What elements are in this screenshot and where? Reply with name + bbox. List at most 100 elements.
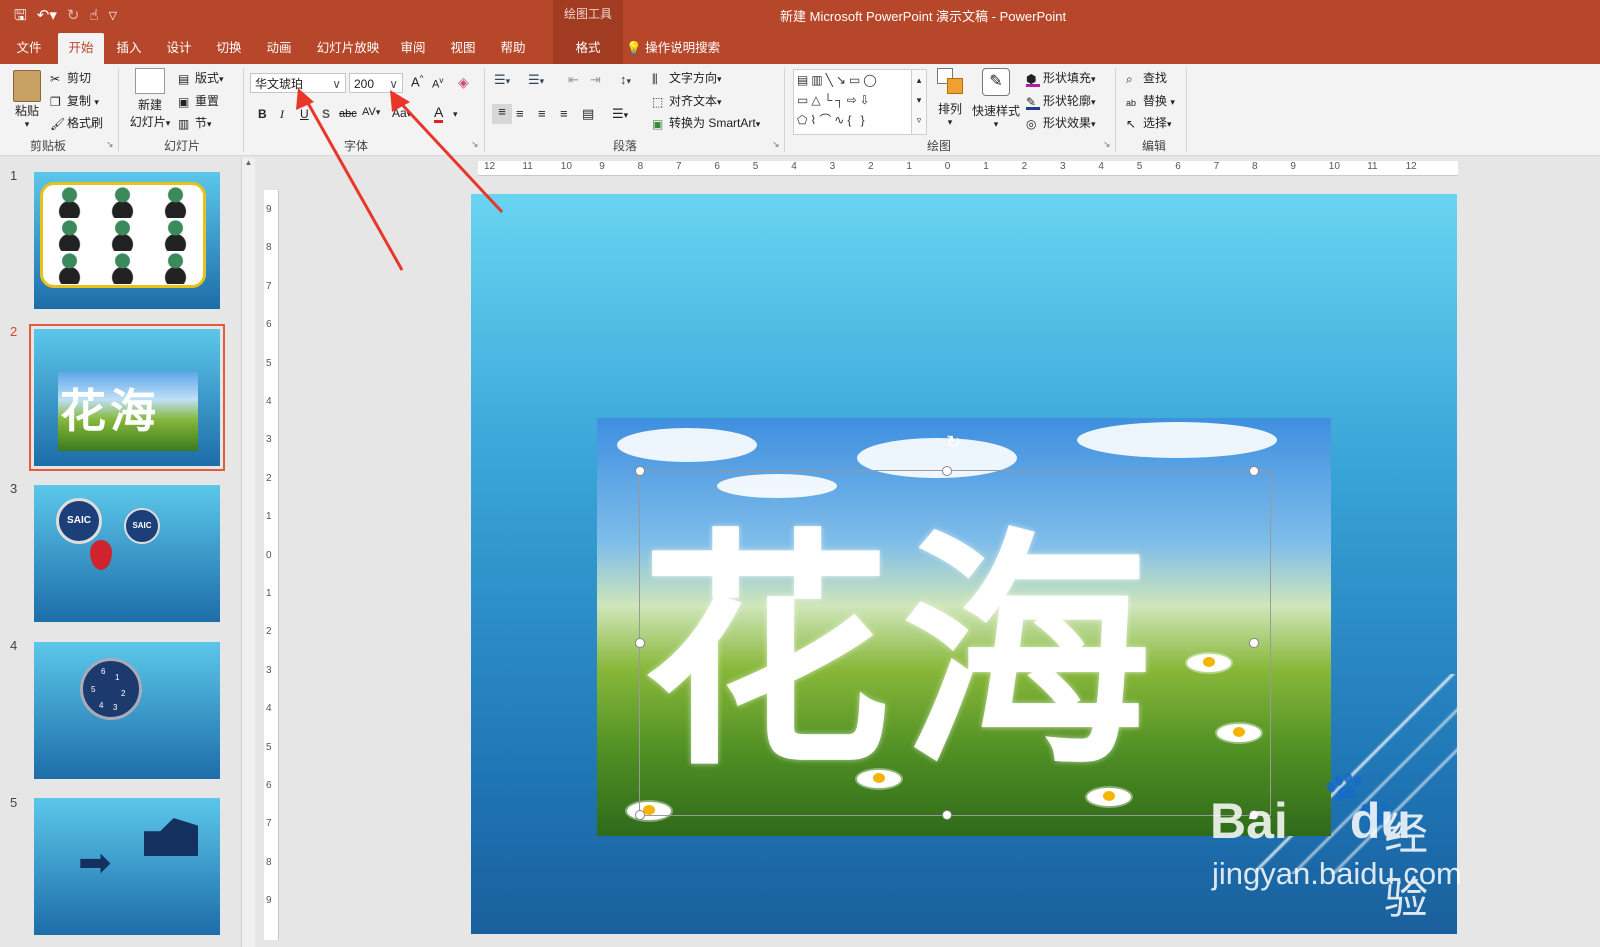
columns-icon[interactable]: ☰▾ [612, 106, 628, 122]
ribbon-tabs: 文件 开始 插入 设计 切换 动画 幻灯片放映 审阅 视图 帮助 格式 [0, 33, 1600, 64]
slide-number: 3 [10, 481, 18, 496]
ribbon-separator [118, 68, 119, 152]
clipboard-launcher-icon[interactable]: ↘ [106, 139, 114, 150]
slide-number: 2 [10, 324, 18, 339]
copy-button[interactable]: ❐ 复制 ▾ [50, 92, 99, 109]
find-button[interactable]: ⌕ 查找 [1126, 69, 1167, 86]
replace-label: 替换 [1143, 94, 1168, 108]
group-label-slides: 幻灯片 [164, 139, 201, 153]
bullets-button[interactable]: ☰▾ [494, 72, 510, 88]
align-text-button[interactable]: ⬚ 对齐文本▾ [652, 92, 722, 109]
ruler-label: 6 [266, 319, 272, 331]
resize-handle[interactable] [942, 810, 952, 820]
tab-transitions[interactable]: 切换 [214, 33, 244, 64]
smartart-button[interactable]: ▣ 转换为 SmartArt▾ [652, 114, 760, 131]
touch-mode-icon[interactable]: ☝ [89, 6, 98, 26]
new-slide-button[interactable]: 新建 幻灯片▾ [128, 68, 172, 130]
justify-icon[interactable]: ≡ [560, 106, 568, 121]
decrease-indent-icon[interactable]: ⇤ [568, 72, 579, 88]
ruler-label: 7 [676, 161, 682, 172]
tab-review[interactable]: 审阅 [398, 33, 428, 64]
customize-qat-icon[interactable]: ▽ [109, 6, 117, 26]
resize-handle[interactable] [635, 466, 645, 476]
section-icon: ▥ [178, 117, 190, 131]
redo-icon[interactable]: ↻ [67, 6, 80, 26]
new-slide-dropdown-icon[interactable]: ▾ [166, 118, 171, 128]
shape-fill-button[interactable]: ⬢ 形状填充▾ [1026, 69, 1096, 87]
horizontal-ruler[interactable]: 12 11 10 9 8 7 6 5 4 3 2 1 0 1 2 3 4 5 6 7 8 9 10 11 12 [478, 161, 1458, 176]
align-right-icon[interactable]: ≡ [538, 106, 546, 121]
ruler-label: 1 [266, 511, 272, 523]
shape-outline-button[interactable]: ✎ 形状轮廓▾ [1026, 92, 1096, 110]
tab-file[interactable]: 文件 [14, 33, 44, 64]
replace-button[interactable]: ab 替换 ▾ [1126, 92, 1175, 110]
resize-handle[interactable] [635, 638, 645, 648]
annotation-arrows [296, 88, 504, 271]
ruler-label: 4 [791, 161, 797, 172]
ruler-label: 8 [637, 161, 644, 172]
cut-button[interactable]: ✂ 剪切 [50, 69, 91, 86]
quick-styles-label: 快速样式 [971, 104, 1020, 118]
resize-handle[interactable] [1249, 466, 1259, 476]
tab-animations[interactable]: 动画 [264, 33, 294, 64]
layout-button[interactable]: ▤ 版式▾ [178, 69, 224, 86]
slide-thumbnail-3[interactable]: SAIC SAIC [34, 485, 220, 622]
slide-thumbnail-1[interactable] [34, 172, 220, 309]
shapes-gallery-scroll[interactable]: ▴ ▾ ▿ [911, 69, 927, 135]
tab-view[interactable]: 视图 [448, 33, 478, 64]
line-spacing-icon[interactable]: ↕▾ [620, 72, 631, 87]
shape-outline-label: 形状轮廓 [1043, 94, 1092, 108]
slide-thumbnail-2[interactable]: 花海 [29, 324, 225, 471]
title-bar: 🖫 ↶▾ ↻ ☝ ▽ 绘图工具 新建 Microsoft PowerPoint … [0, 0, 1600, 33]
resize-handle[interactable] [1249, 638, 1259, 648]
paste-dropdown-icon[interactable]: ▾ [12, 119, 42, 130]
paste-button[interactable]: 粘贴 ▾ [12, 70, 42, 130]
ruler-label: 0 [266, 549, 272, 561]
align-center-icon[interactable]: ≡ [516, 106, 524, 121]
section-button[interactable]: ▥ 节▾ [178, 114, 212, 131]
arrange-button[interactable]: 排列 ▾ [934, 68, 966, 128]
wheel-diagram-icon: 6 1 2 3 4 5 [80, 658, 142, 720]
tab-home[interactable]: 开始 [58, 33, 104, 64]
numbering-button[interactable]: ☰▾ [528, 72, 544, 88]
resize-handle[interactable] [635, 810, 645, 820]
ruler-label: 1 [983, 161, 989, 172]
resize-handle[interactable] [942, 466, 952, 476]
tab-format[interactable]: 格式 [553, 33, 623, 64]
align-text-label: 对齐文本 [669, 94, 718, 108]
reset-button[interactable]: ▣ 重置 [178, 92, 219, 109]
tell-me-label: 操作说明搜索 [645, 41, 721, 55]
italic-button[interactable]: I [280, 107, 284, 122]
select-button[interactable]: ↖ 选择▾ [1126, 114, 1172, 131]
paragraph-launcher-icon[interactable]: ↘ [772, 139, 780, 150]
rotate-handle-icon[interactable]: ↻ [946, 432, 961, 453]
tab-design[interactable]: 设计 [164, 33, 194, 64]
lightbulb-icon: 💡 [626, 41, 642, 55]
tell-me-search[interactable]: 💡 操作说明搜索 [626, 33, 720, 64]
shapes-gallery[interactable]: ▤▥╲↘▭◯ ▭△└┐⇨⇩ ⬠⌇⌒∿{ } [793, 69, 916, 135]
increase-indent-icon[interactable]: ⇥ [590, 72, 601, 88]
text-direction-button[interactable]: ⫼ 文字方向▾ [652, 69, 722, 86]
scroll-up-icon[interactable]: ▲ [242, 158, 255, 167]
selection-box [639, 470, 1271, 816]
shape-effects-button[interactable]: ◎ 形状效果▾ [1026, 114, 1096, 131]
save-icon[interactable]: 🖫 [14, 6, 27, 26]
annotation-arrow-font-name [302, 95, 404, 271]
undo-icon[interactable]: ↶▾ [37, 6, 57, 26]
vertical-ruler[interactable]: 9 8 7 6 5 4 3 2 1 0 1 2 3 4 5 6 7 8 9 [264, 190, 279, 940]
drawing-launcher-icon[interactable]: ↘ [1103, 139, 1111, 150]
slide-thumbnail-4[interactable]: 6 1 2 3 4 5 [34, 642, 220, 779]
tab-insert[interactable]: 插入 [114, 33, 144, 64]
tab-help[interactable]: 帮助 [498, 33, 528, 64]
annotation-arrow-font-size [394, 96, 504, 214]
bold-button[interactable]: B [258, 107, 267, 121]
flower-field-text-fill[interactable]: 花海 ↻ [597, 418, 1331, 836]
format-painter-button[interactable]: 🖌 格式刷 [50, 114, 103, 131]
thumbnail-scrollbar[interactable]: ▲ [241, 158, 255, 947]
tab-slideshow[interactable]: 幻灯片放映 [316, 33, 380, 64]
distributed-icon[interactable]: ▤ [582, 106, 594, 122]
quick-styles-button[interactable]: ✎ 快速样式 ▾ [970, 68, 1022, 130]
ruler-label: 8 [1252, 161, 1258, 172]
copy-dropdown-icon[interactable]: ▾ [94, 97, 99, 107]
slide-thumbnail-5[interactable]: ➡ [34, 798, 220, 935]
